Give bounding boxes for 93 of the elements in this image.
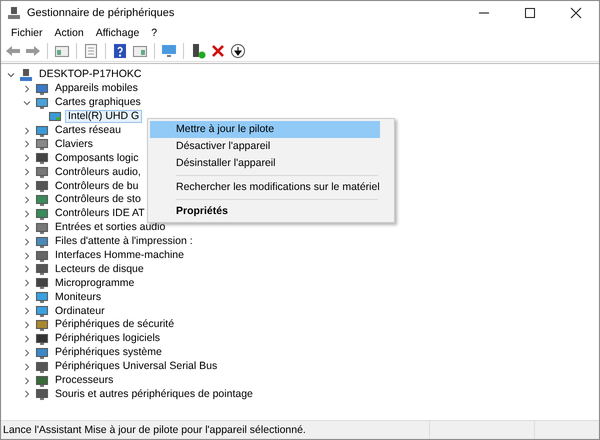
chevron-down-icon[interactable] [7,70,15,79]
device-icon [35,234,49,249]
chevron-right-icon[interactable] [23,376,31,385]
context-menu-item[interactable]: Propriétés [150,203,380,220]
tree-item[interactable]: Contrôleurs de sto [52,193,144,206]
tree-item[interactable]: Ordinateur [52,304,108,318]
chevron-right-icon[interactable] [23,210,31,218]
tree-item[interactable]: Moniteurs [52,290,104,304]
panel-icon[interactable] [132,43,148,59]
window-title: Gestionnaire de périphériques [27,7,174,19]
device-icon [35,192,49,207]
menu-item[interactable]: Fichier [5,27,49,39]
device-icon [35,82,49,96]
chevron-down-icon[interactable] [23,98,31,107]
device-icon [35,276,49,290]
chevron-right-icon[interactable] [23,168,31,176]
tree-item[interactable]: Appareils mobiles [52,82,141,96]
chevron-right-icon[interactable] [23,238,31,246]
tree-item[interactable]: Contrôleurs de bu [52,180,142,193]
chevron-right-icon[interactable] [23,140,31,148]
back-arrow-icon[interactable] [5,43,21,59]
tree-item[interactable]: Files d'attente à l'impression : [52,235,196,248]
tree-item[interactable]: Microprogramme [52,276,138,290]
menu-item[interactable]: ? [145,27,164,39]
device-icon [35,346,49,360]
computer-icon [19,68,33,82]
device-icon [35,374,49,388]
chevron-right-icon[interactable] [23,390,31,398]
display-adapter-icon [48,110,62,124]
forward-arrow-icon[interactable] [25,43,41,59]
chevron-right-icon[interactable] [23,362,31,371]
device-icon [35,304,49,318]
tree-item[interactable]: Périphériques Universal Serial Bus [52,360,220,374]
chevron-right-icon[interactable] [23,126,31,134]
device-icon [35,262,49,276]
chevron-right-icon[interactable] [23,252,31,260]
chevron-right-icon[interactable] [23,154,31,162]
tree-item[interactable]: Entrées et sorties audio [52,221,168,234]
tree-item[interactable]: Composants logic [52,152,142,165]
tree-item[interactable]: Souris et autres périphériques de pointage [52,388,256,401]
help-icon[interactable] [112,43,128,59]
tree-item[interactable]: Intel(R) UHD G [65,110,142,124]
properties-icon[interactable] [83,43,99,59]
chevron-right-icon[interactable] [23,334,31,343]
computer-icon [7,6,21,20]
chevron-right-icon[interactable] [23,196,31,204]
tree-item[interactable]: Cartes graphiques [52,96,144,110]
device-icon [35,290,49,304]
context-menu-item[interactable]: Rechercher les modifications sur le matériel [150,179,380,196]
device-icon [35,220,49,235]
chevron-right-icon[interactable] [23,279,31,288]
context-menu-item[interactable]: Mettre à jour le pilote [150,121,380,138]
device-icon [35,332,49,346]
delete-icon[interactable] [210,43,226,59]
monitor-icon[interactable] [161,43,177,59]
tree-item[interactable]: Processeurs [52,374,116,388]
chevron-right-icon[interactable] [23,224,31,232]
tree-item[interactable]: Périphériques de sécurité [52,318,178,332]
tree-item[interactable]: Contrôleurs audio, [52,166,144,179]
chevron-right-icon[interactable] [23,348,31,357]
device-icon [35,206,49,221]
device-icon [35,248,49,263]
chevron-right-icon[interactable] [23,84,31,93]
tree-item[interactable]: Interfaces Homme-machine [52,249,187,262]
device-icon [35,179,49,194]
tree-item[interactable]: DESKTOP-P17HOKC [36,68,145,82]
tree-item[interactable]: Lecteurs de disque [52,262,147,276]
tree-item[interactable]: Claviers [52,138,96,151]
context-menu-item[interactable]: Désinstaller l'appareil [150,155,380,172]
device-icon [35,165,49,180]
download-icon[interactable] [230,43,246,59]
chevron-right-icon[interactable] [23,182,31,190]
status-text: Lance l'Assistant Mise à jour de pilote pour l'appareil sélectionné. [2,424,307,436]
device-icon [35,360,49,374]
chevron-right-icon[interactable] [23,293,31,302]
tree-item[interactable]: Périphériques système [52,346,165,360]
device-icon [35,387,49,402]
menu-item[interactable]: Affichage [90,27,146,39]
device-icon [35,124,49,138]
tree-item[interactable]: Contrôleurs IDE AT [52,207,148,220]
panel-icon[interactable] [54,43,70,59]
tree-item[interactable]: Périphériques logiciels [52,332,164,346]
context-menu-item[interactable]: Désactiver l'appareil [150,138,380,155]
chevron-right-icon[interactable] [23,320,31,329]
tree-item[interactable]: Cartes réseau [52,124,124,137]
device-icon [35,151,49,166]
menu-item[interactable]: Action [48,27,90,39]
device-icon [35,318,49,332]
device-icon [35,96,49,110]
chevron-right-icon[interactable] [23,265,31,274]
chevron-right-icon[interactable] [23,307,31,316]
device-icon [35,137,49,152]
add-driver-icon[interactable] [190,43,206,59]
